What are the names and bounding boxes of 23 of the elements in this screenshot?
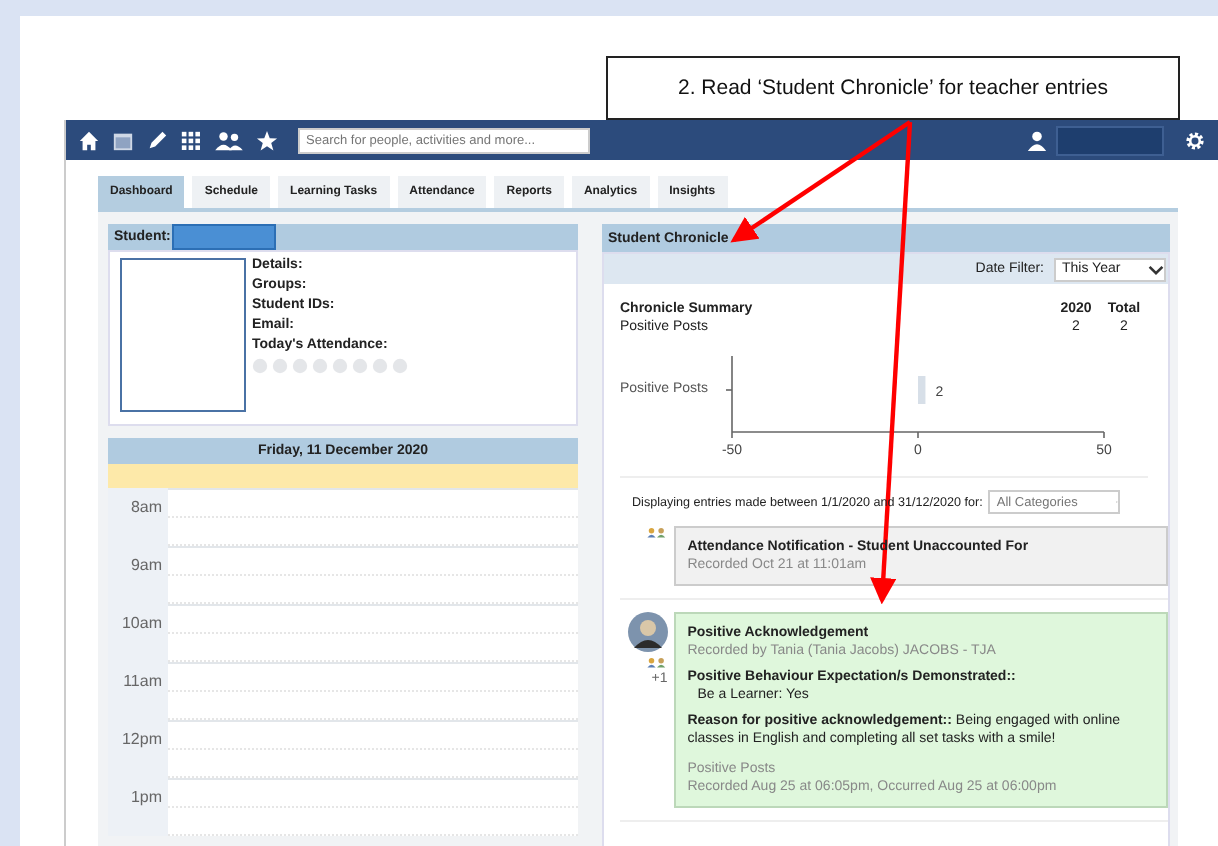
avatar <box>627 612 668 652</box>
student-name-field <box>172 224 277 250</box>
people-icon[interactable] <box>214 129 244 151</box>
time-label: 8am <box>108 488 168 546</box>
time-label: 12pm <box>108 720 168 778</box>
time-label: 9am <box>108 546 168 604</box>
user-icon[interactable] <box>1026 129 1048 151</box>
people-icon <box>645 656 668 668</box>
y-axis <box>725 355 733 433</box>
home-icon[interactable] <box>78 129 100 151</box>
callout-box: 2. Read ‘Student Chronicle’ for teacher entries <box>606 56 1180 120</box>
star-icon[interactable] <box>256 129 278 151</box>
people-icon <box>645 526 668 538</box>
grid-icon[interactable] <box>180 129 202 151</box>
bar <box>918 376 926 404</box>
time-label: 10am <box>108 604 168 662</box>
calendar-icon[interactable] <box>112 129 134 151</box>
settings-icon[interactable] <box>1184 129 1206 151</box>
time-label: 1pm <box>108 778 168 836</box>
time-label: 11am <box>108 662 168 720</box>
caret-icon <box>1148 261 1164 277</box>
user-name-field[interactable] <box>1056 125 1164 155</box>
pencil-icon[interactable] <box>146 129 168 151</box>
